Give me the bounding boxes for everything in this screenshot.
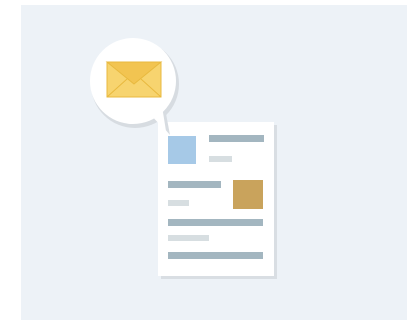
document-line xyxy=(209,156,232,162)
document-line xyxy=(168,235,209,241)
document-line xyxy=(168,200,189,206)
document-line xyxy=(168,181,221,188)
document-image-tan xyxy=(233,180,263,209)
envelope-icon xyxy=(105,61,163,98)
document-line xyxy=(209,135,264,142)
document-icon xyxy=(158,122,277,279)
document-line xyxy=(168,252,263,259)
email-document-illustration xyxy=(90,38,277,279)
document-line xyxy=(168,219,263,226)
email-bubble xyxy=(90,38,179,135)
document-image-blue xyxy=(168,136,196,164)
